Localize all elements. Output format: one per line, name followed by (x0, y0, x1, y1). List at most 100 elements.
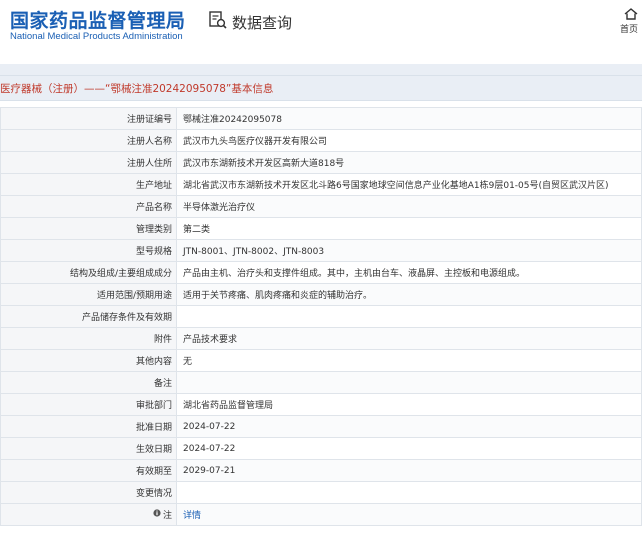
field-label-text: 注册人住所 (126, 159, 172, 169)
site-logo-en[interactable]: National Medical Products Administration (10, 31, 183, 42)
field-label-text: 批准日期 (135, 423, 172, 433)
info-icon (153, 509, 163, 520)
field-value-text: 产品技术要求 (183, 335, 238, 345)
detail-title: 医疗器械（注册）——“鄂械注准20242095078”基本信息 (0, 83, 274, 95)
table-row: 注册人名称 武汉市九头鸟医疗仪器开发有限公司 (0, 129, 642, 152)
field-value: 湖北省药品监督管理局 (176, 393, 642, 416)
table-row: 备注 (0, 371, 642, 394)
details-link[interactable]: 详情 (183, 511, 201, 521)
field-label: 注册人名称 (0, 129, 177, 152)
field-label: 注册人住所 (0, 151, 177, 174)
table-row: 管理类别 第二类 (0, 217, 642, 240)
field-value (176, 371, 642, 394)
field-value: 详情 (176, 503, 642, 526)
table-row: 注册人住所 武汉市东湖新技术开发区高新大道818号 (0, 151, 642, 174)
field-label-text: 适用范围/预期用途 (96, 291, 172, 301)
field-label: 有效期至 (0, 459, 177, 482)
field-value: 2024-07-22 (176, 437, 642, 460)
field-label-text: 管理类别 (135, 225, 172, 235)
field-value-text: 武汉市东湖新技术开发区高新大道818号 (183, 159, 345, 169)
field-value: 2024-07-22 (176, 415, 642, 438)
field-value: 武汉市东湖新技术开发区高新大道818号 (176, 151, 642, 174)
field-label: 生产地址 (0, 173, 177, 196)
field-label-text: 型号规格 (135, 247, 172, 257)
field-value-text: 2024-07-22 (183, 421, 236, 432)
field-label: 附件 (0, 327, 177, 350)
field-value-text: 第二类 (183, 225, 211, 235)
table-row: 批准日期 2024-07-22 (0, 415, 642, 438)
table-row: 生产地址 湖北省武汉市东湖新技术开发区北斗路6号国家地球空间信息产业化基地A1栋9… (0, 173, 642, 196)
site-logo-cn[interactable]: 国家药品监督管理局 (10, 6, 186, 33)
field-label-text: 其他内容 (135, 357, 172, 367)
field-label: 产品名称 (0, 195, 177, 218)
table-row: 生效日期 2024-07-22 (0, 437, 642, 460)
field-value: 适用于关节疼痛、肌肉疼痛和炎症的辅助治疗。 (176, 283, 642, 306)
table-row: 适用范围/预期用途 适用于关节疼痛、肌肉疼痛和炎症的辅助治疗。 (0, 283, 642, 306)
site-header: 国家药品监督管理局 National Medical Products Admi… (0, 0, 642, 64)
home-link[interactable]: 首页 (620, 8, 642, 35)
data-query-label: 数据查询 (232, 13, 293, 32)
field-value-text: 2029-07-21 (183, 465, 236, 476)
table-row: 产品储存条件及有效期 (0, 305, 642, 328)
home-label: 首页 (620, 25, 639, 35)
field-label: 备注 (0, 371, 177, 394)
table-row: 其他内容 无 (0, 349, 642, 372)
data-query-icon (208, 10, 228, 34)
field-label-text: 备注 (153, 379, 172, 389)
field-value-text: 无 (183, 357, 193, 367)
field-label-text: 注册证编号 (126, 115, 172, 125)
field-value-text: 适用于关节疼痛、肌肉疼痛和炎症的辅助治疗。 (183, 291, 373, 301)
field-label: 注册证编号 (0, 107, 177, 130)
field-label: 批准日期 (0, 415, 177, 438)
table-row: 审批部门 湖北省药品监督管理局 (0, 393, 642, 416)
header-divider-band (0, 64, 642, 75)
table-row: 注 详情 (0, 503, 642, 526)
field-label: 型号规格 (0, 239, 177, 262)
table-row: 型号规格 JTN-8001、JTN-8002、JTN-8003 (0, 239, 642, 262)
detail-title-bar: 医疗器械（注册）——“鄂械注准20242095078”基本信息 (0, 75, 642, 101)
field-value: JTN-8001、JTN-8002、JTN-8003 (176, 239, 642, 262)
field-value: 湖北省武汉市东湖新技术开发区北斗路6号国家地球空间信息产业化基地A1栋9层01-… (176, 173, 642, 196)
field-value-text: 2024-07-22 (183, 443, 236, 454)
field-value: 产品由主机、治疗头和支撑件组成。其中，主机由台车、液晶屏、主控板和电源组成。 (176, 261, 642, 284)
table-row: 附件 产品技术要求 (0, 327, 642, 350)
field-label: 管理类别 (0, 217, 177, 240)
field-label: 变更情况 (0, 481, 177, 504)
field-label-text: 附件 (153, 335, 172, 345)
field-value-text: 产品由主机、治疗头和支撑件组成。其中，主机由台车、液晶屏、主控板和电源组成。 (183, 269, 526, 279)
field-label-text: 有效期至 (135, 467, 172, 477)
field-value: 产品技术要求 (176, 327, 642, 350)
field-value (176, 305, 642, 328)
field-label-text: 生产地址 (135, 181, 172, 191)
field-label: 注 (0, 503, 177, 526)
field-value: 武汉市九头鸟医疗仪器开发有限公司 (176, 129, 642, 152)
field-value (176, 481, 642, 504)
table-row: 产品名称 半导体激光治疗仪 (0, 195, 642, 218)
field-label-text: 产品储存条件及有效期 (81, 313, 172, 323)
field-label: 产品储存条件及有效期 (0, 305, 177, 328)
field-value-text: JTN-8001、JTN-8002、JTN-8003 (183, 247, 325, 257)
note-label: 注 (153, 508, 172, 521)
field-value: 鄂械注准20242095078 (176, 107, 642, 130)
field-label: 其他内容 (0, 349, 177, 372)
field-label-text: 结构及组成/主要组成成分 (69, 269, 172, 279)
field-value-text: 湖北省武汉市东湖新技术开发区北斗路6号国家地球空间信息产业化基地A1栋9层01-… (183, 181, 609, 191)
home-icon (620, 8, 642, 20)
table-row: 结构及组成/主要组成成分 产品由主机、治疗头和支撑件组成。其中，主机由台车、液晶屏… (0, 261, 642, 284)
field-value: 2029-07-21 (176, 459, 642, 482)
table-row: 有效期至 2029-07-21 (0, 459, 642, 482)
field-label: 审批部门 (0, 393, 177, 416)
data-query-link[interactable]: 数据查询 (208, 11, 292, 33)
field-value-text: 半导体激光治疗仪 (183, 203, 256, 213)
field-value: 无 (176, 349, 642, 372)
field-label-text: 审批部门 (135, 401, 172, 411)
field-label-text: 变更情况 (135, 489, 172, 499)
table-row: 注册证编号 鄂械注准20242095078 (0, 107, 642, 130)
device-info-table: 注册证编号 鄂械注准20242095078 注册人名称 武汉市九头鸟医疗仪器开发有限公… (0, 107, 642, 526)
field-value-text: 鄂械注准20242095078 (183, 115, 282, 125)
field-value: 半导体激光治疗仪 (176, 195, 642, 218)
field-label-text: 注册人名称 (126, 137, 172, 147)
field-value-text: 武汉市九头鸟医疗仪器开发有限公司 (183, 137, 328, 147)
field-label: 生效日期 (0, 437, 177, 460)
field-value-text: 湖北省药品监督管理局 (183, 401, 274, 411)
